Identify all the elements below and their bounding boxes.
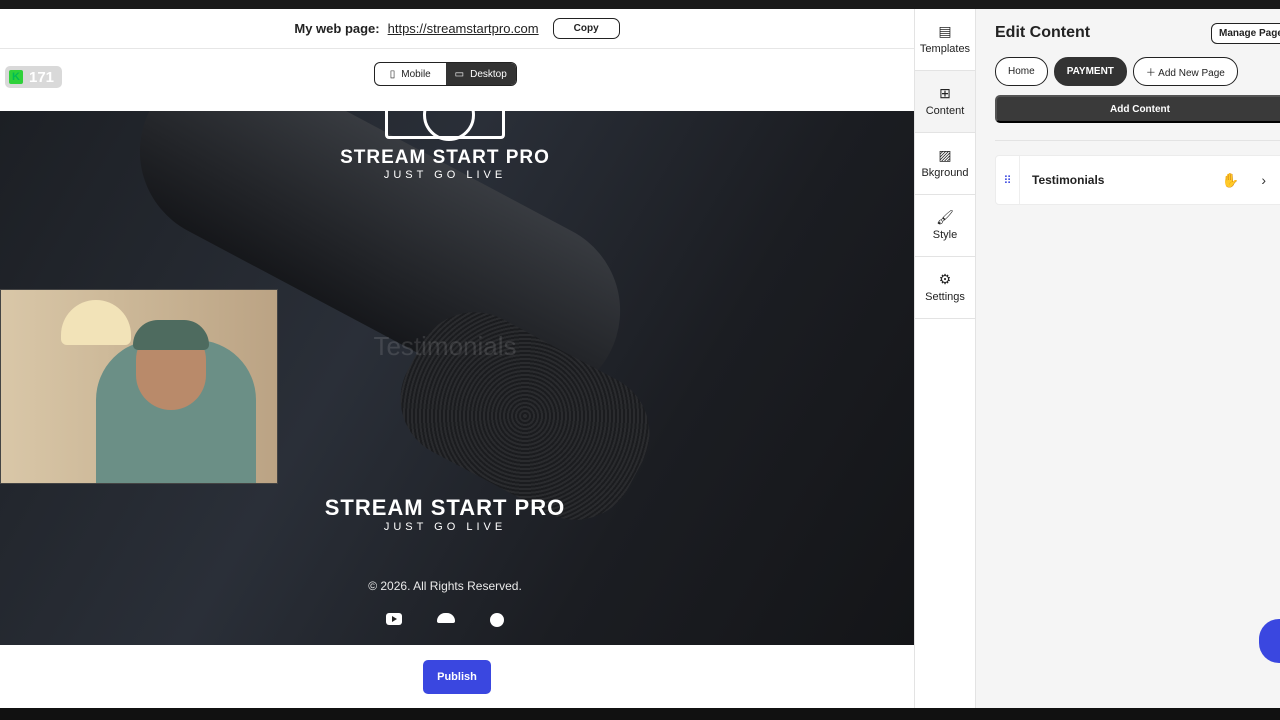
brand-subtitle: JUST GO LIVE xyxy=(383,169,507,181)
url-bar: My web page: https://streamstartpro.com … xyxy=(0,9,914,49)
spotify-icon[interactable] xyxy=(490,613,504,627)
rail-templates[interactable]: ▤ Templates xyxy=(915,9,975,71)
rail-settings[interactable]: ⚙ Settings xyxy=(915,257,975,319)
add-new-page-button[interactable]: ＋ Add New Page xyxy=(1132,57,1238,86)
add-new-page-label: Add New Page xyxy=(1158,68,1225,79)
mobile-icon: ▯ xyxy=(389,68,396,80)
mobile-view-button[interactable]: ▯ Mobile xyxy=(375,63,446,85)
divider xyxy=(995,140,1280,141)
hand-cursor-icon: ✋ xyxy=(1221,171,1240,188)
content-icon: ⊞ xyxy=(939,85,951,101)
rail-label-style: Style xyxy=(932,229,958,241)
webcam-lamp xyxy=(61,300,131,345)
settings-icon: ⚙ xyxy=(938,271,952,287)
section-label: Testimonials xyxy=(1032,173,1105,187)
templates-icon: ▤ xyxy=(938,23,952,39)
publish-button[interactable]: Publish xyxy=(423,659,491,694)
desktop-icon: ▭ xyxy=(454,68,465,80)
drag-handle-icon[interactable]: ⠿ xyxy=(996,156,1020,204)
k-logo-icon: K xyxy=(9,70,23,84)
desktop-label: Desktop xyxy=(470,68,507,80)
page-pills: Home PAYMENT ＋ Add New Page xyxy=(995,57,1238,86)
header-logo: STREAM START PRO JUST GO LIVE xyxy=(0,111,890,181)
camera-logo-icon xyxy=(385,111,505,141)
footer-brand-subtitle: JUST GO LIVE xyxy=(383,521,507,533)
tool-rail: ▤ Templates ⊞ Content ▨ Bkground 🖌 Style… xyxy=(914,9,976,708)
panel-title: Edit Content xyxy=(995,24,1091,41)
copy-url-button[interactable]: Copy xyxy=(552,18,620,39)
section-card[interactable]: ⠿ Testimonials ✋ › xyxy=(995,155,1280,205)
rail-background[interactable]: ▨ Bkground xyxy=(915,133,975,195)
chat-widget-icon[interactable] xyxy=(1259,619,1280,663)
desktop-view-button[interactable]: ▭ Desktop xyxy=(445,63,516,85)
counter-value: 171 xyxy=(29,68,55,86)
background-icon: ▨ xyxy=(938,147,952,163)
webcam-overlay xyxy=(0,289,278,484)
rail-label-templates: Templates xyxy=(919,43,971,55)
add-content-button[interactable]: Add Content xyxy=(995,95,1280,123)
page-pill-payment[interactable]: PAYMENT xyxy=(1053,57,1127,86)
soundcloud-icon[interactable] xyxy=(437,613,455,623)
youtube-icon[interactable] xyxy=(386,613,402,625)
chevron-right-icon[interactable]: › xyxy=(1261,172,1266,188)
social-links xyxy=(0,613,890,627)
rail-style[interactable]: 🖌 Style xyxy=(915,195,975,257)
publish-bar: Publish xyxy=(0,645,914,708)
rail-label-content: Content xyxy=(925,105,965,117)
rail-label-background: Bkground xyxy=(921,167,969,179)
bottom-border xyxy=(0,708,1280,720)
page-pill-home[interactable]: Home xyxy=(995,57,1048,86)
edit-content-panel: Edit Content Manage Pages Home PAYMENT ＋… xyxy=(976,9,1280,708)
footer-logo: STREAM START PRO JUST GO LIVE xyxy=(0,495,890,533)
style-icon: 🖌 xyxy=(936,209,954,225)
editor-area: My web page: https://streamstartpro.com … xyxy=(0,9,914,708)
rail-label-settings: Settings xyxy=(925,291,965,303)
footer-brand-title: STREAM START PRO xyxy=(324,495,566,520)
brand-title: STREAM START PRO xyxy=(340,147,550,168)
manage-pages-button[interactable]: Manage Pages xyxy=(1211,23,1280,44)
copyright-text: © 2026. All Rights Reserved. xyxy=(368,579,522,593)
top-border xyxy=(0,0,1280,9)
url-label: My web page: xyxy=(294,21,380,36)
webcam-cap xyxy=(133,320,209,350)
rail-content[interactable]: ⊞ Content xyxy=(915,71,975,133)
mobile-label: Mobile xyxy=(401,68,431,80)
counter-badge: K 171 xyxy=(5,66,62,88)
device-toggle: ▯ Mobile ▭ Desktop xyxy=(374,62,517,86)
site-url-link[interactable]: https://streamstartpro.com xyxy=(388,21,539,36)
plus-icon: ＋ xyxy=(1145,68,1159,79)
